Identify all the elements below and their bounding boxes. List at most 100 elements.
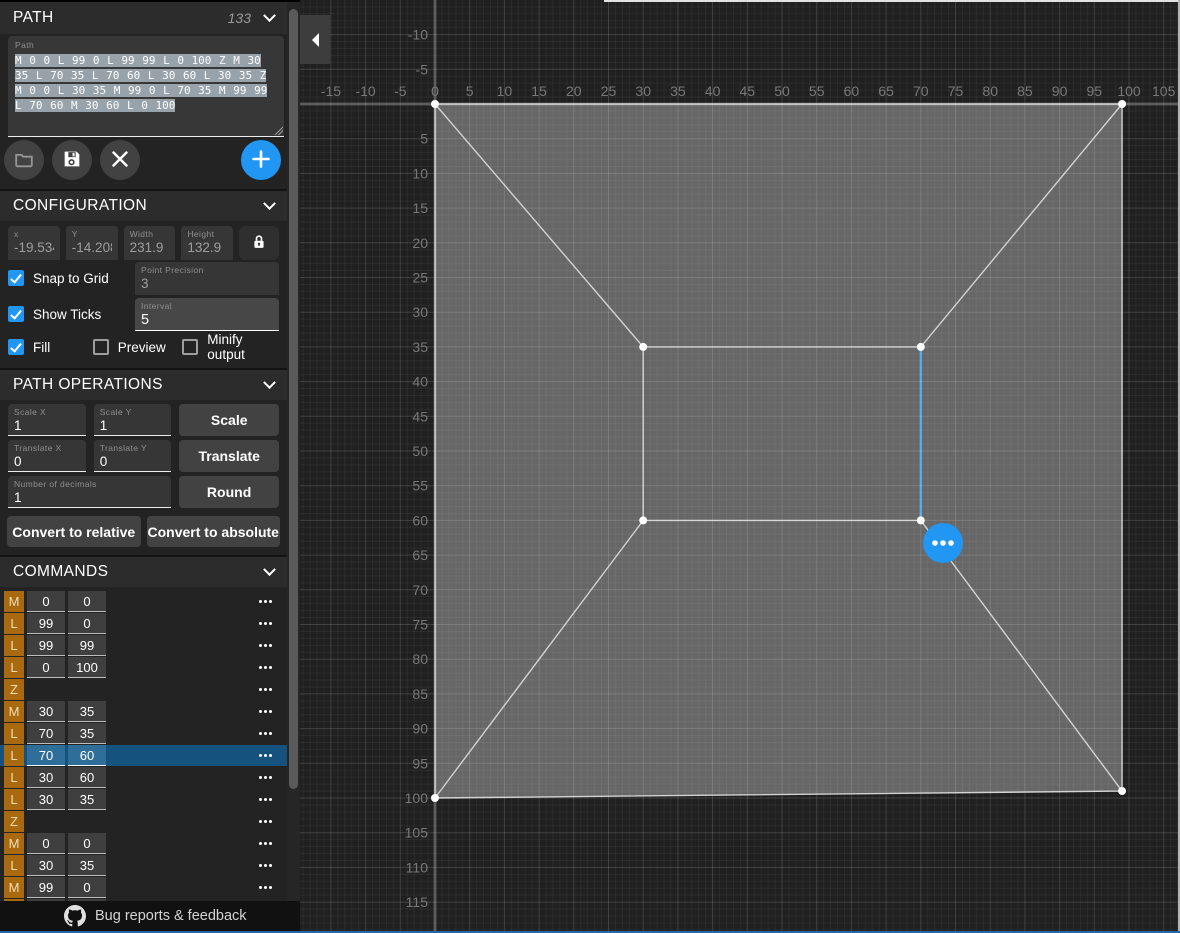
- collapse-sidebar-button[interactable]: [300, 15, 330, 64]
- command-row[interactable]: M990: [0, 877, 287, 898]
- command-row[interactable]: L7035: [0, 723, 287, 744]
- path-vertex-handle[interactable]: [1118, 100, 1126, 108]
- command-row[interactable]: L3035: [0, 789, 287, 810]
- command-y-value[interactable]: 35: [68, 723, 106, 744]
- command-x-value[interactable]: 0: [27, 591, 65, 612]
- interval-input[interactable]: [141, 312, 273, 328]
- command-x-value[interactable]: 0: [27, 657, 65, 678]
- command-row[interactable]: L990: [0, 613, 287, 634]
- viewbox-height-input[interactable]: [187, 240, 227, 255]
- path-vertex-handle[interactable]: [431, 100, 439, 108]
- path-vertex-handle[interactable]: [1118, 787, 1126, 795]
- viewbox-y-input[interactable]: [72, 240, 112, 255]
- checkbox-unchecked-icon[interactable]: [93, 339, 109, 355]
- viewbox-x-field[interactable]: x: [8, 226, 60, 260]
- minify-checkbox[interactable]: Minify output: [182, 332, 279, 362]
- more-options-icon[interactable]: [258, 886, 273, 889]
- checkbox-checked-icon[interactable]: [8, 306, 24, 322]
- command-x-value[interactable]: 30: [27, 789, 65, 810]
- scrollbar-thumb[interactable]: [289, 9, 298, 789]
- command-letter-badge[interactable]: L: [4, 723, 24, 744]
- command-y-value[interactable]: 0: [68, 613, 106, 634]
- checkbox-checked-icon[interactable]: [8, 270, 24, 286]
- viewbox-width-field[interactable]: Width: [124, 226, 176, 260]
- command-row[interactable]: Z: [0, 679, 287, 700]
- command-row[interactable]: M3035: [0, 701, 287, 722]
- feedback-footer[interactable]: Bug reports & feedback: [0, 901, 300, 931]
- add-path-button[interactable]: [241, 140, 281, 180]
- open-path-button[interactable]: [4, 140, 44, 180]
- command-x-value[interactable]: 99: [27, 877, 65, 898]
- command-row[interactable]: Z: [0, 811, 287, 832]
- save-path-button[interactable]: [52, 140, 92, 180]
- more-options-icon[interactable]: [258, 688, 273, 691]
- viewbox-height-field[interactable]: Height: [181, 226, 233, 260]
- point-menu-button[interactable]: [923, 523, 963, 563]
- feedback-link[interactable]: Bug reports & feedback: [95, 908, 247, 924]
- command-x-value[interactable]: 99: [27, 635, 65, 656]
- more-options-icon[interactable]: [258, 798, 273, 801]
- translate-y-input[interactable]: [100, 454, 166, 469]
- decimals-field[interactable]: Number of decimals: [8, 476, 171, 508]
- path-section-header[interactable]: PATH 133: [0, 2, 287, 34]
- interval-field[interactable]: Interval: [135, 298, 279, 331]
- more-options-icon[interactable]: [258, 666, 273, 669]
- path-vertex-handle[interactable]: [639, 516, 647, 524]
- command-letter-badge[interactable]: L: [4, 745, 24, 766]
- translate-y-field[interactable]: Translate Y: [94, 440, 172, 472]
- command-letter-badge[interactable]: M: [4, 701, 24, 722]
- command-y-value[interactable]: 35: [68, 701, 106, 722]
- command-letter-badge[interactable]: Z: [4, 679, 24, 700]
- command-x-value[interactable]: 70: [27, 723, 65, 744]
- more-options-icon[interactable]: [258, 776, 273, 779]
- scale-y-input[interactable]: [100, 418, 166, 433]
- more-options-icon[interactable]: [258, 864, 273, 867]
- command-x-value[interactable]: 30: [27, 767, 65, 788]
- command-x-value[interactable]: 70: [27, 745, 65, 766]
- command-letter-badge[interactable]: L: [4, 855, 24, 876]
- clear-path-button[interactable]: [100, 140, 140, 180]
- sidebar-scrollbar[interactable]: [287, 2, 300, 903]
- command-row[interactable]: L3035: [0, 855, 287, 876]
- command-letter-badge[interactable]: L: [4, 767, 24, 788]
- scale-x-field[interactable]: Scale X: [8, 404, 86, 436]
- more-options-icon[interactable]: [258, 754, 273, 757]
- command-row[interactable]: L3060: [0, 767, 287, 788]
- command-y-value[interactable]: 99: [68, 635, 106, 656]
- preview-checkbox[interactable]: Preview: [93, 339, 183, 355]
- command-x-value[interactable]: 30: [27, 855, 65, 876]
- path-textarea[interactable]: Path M 0 0 L 99 0 L 99 99 L 0 100 Z M 30…: [8, 36, 284, 137]
- command-x-value[interactable]: 0: [27, 833, 65, 854]
- more-options-icon[interactable]: [258, 732, 273, 735]
- command-letter-badge[interactable]: Z: [4, 811, 24, 832]
- point-precision-input[interactable]: [141, 276, 273, 291]
- path-vertex-handle[interactable]: [431, 794, 439, 802]
- scale-button[interactable]: Scale: [179, 404, 279, 436]
- more-options-icon[interactable]: [258, 710, 273, 713]
- more-options-icon[interactable]: [258, 644, 273, 647]
- path-vertex-handle[interactable]: [639, 343, 647, 351]
- path-vertex-handle[interactable]: [917, 516, 925, 524]
- decimals-input[interactable]: [14, 490, 165, 505]
- command-x-value[interactable]: 30: [27, 701, 65, 722]
- command-letter-badge[interactable]: L: [4, 613, 24, 634]
- command-letter-badge[interactable]: M: [4, 877, 24, 898]
- translate-x-field[interactable]: Translate X: [8, 440, 86, 472]
- translate-x-input[interactable]: [14, 454, 80, 469]
- command-letter-badge[interactable]: M: [4, 591, 24, 612]
- viewbox-y-field[interactable]: Y: [66, 226, 118, 260]
- snap-to-grid-checkbox[interactable]: Snap to Grid: [8, 270, 109, 286]
- command-y-value[interactable]: 0: [68, 591, 106, 612]
- command-y-value[interactable]: 35: [68, 855, 106, 876]
- command-y-value[interactable]: 60: [68, 745, 106, 766]
- scale-x-input[interactable]: [14, 418, 80, 433]
- command-letter-badge[interactable]: L: [4, 657, 24, 678]
- more-options-icon[interactable]: [258, 622, 273, 625]
- fill-checkbox[interactable]: Fill: [8, 339, 93, 355]
- convert-to-relative-button[interactable]: Convert to relative: [7, 516, 141, 547]
- path-vertex-handle[interactable]: [917, 343, 925, 351]
- scale-y-field[interactable]: Scale Y: [94, 404, 172, 436]
- path-operations-section-header[interactable]: PATH OPERATIONS: [0, 368, 287, 400]
- command-letter-badge[interactable]: L: [4, 789, 24, 810]
- command-row[interactable]: L7060: [0, 745, 287, 766]
